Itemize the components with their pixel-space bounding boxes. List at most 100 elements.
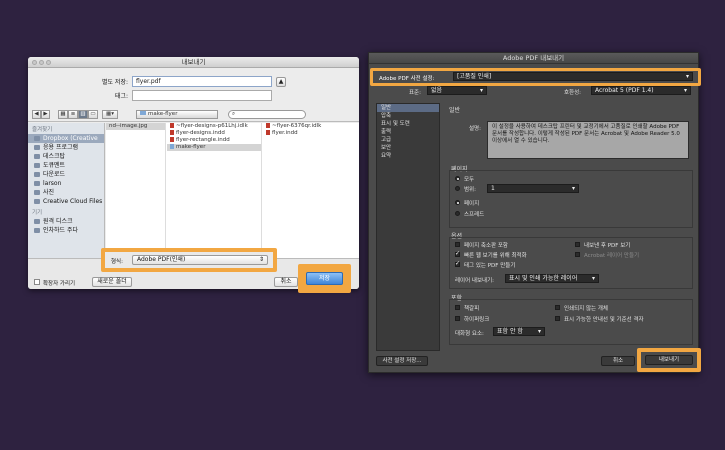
sidebar-item-home[interactable]: larson bbox=[28, 179, 104, 188]
file-item[interactable]: ~flyer-6376qr.idlk bbox=[263, 123, 359, 130]
hyperlinks-checkbox[interactable] bbox=[455, 316, 460, 321]
close-window-button[interactable] bbox=[32, 60, 37, 65]
fast-web-view-label: 빠른 웹 보기를 위해 최적화 bbox=[464, 253, 527, 259]
sidebar-item-desktop[interactable]: 데스크탑 bbox=[28, 152, 104, 161]
sidebar-item-pictures[interactable]: 사진 bbox=[28, 188, 104, 197]
applications-icon bbox=[34, 145, 40, 150]
tags-input[interactable] bbox=[132, 90, 272, 101]
save-dialog-titlebar: 내보내기 bbox=[28, 57, 359, 68]
spreads-radio[interactable] bbox=[455, 211, 460, 216]
search-field[interactable]: ⌕ bbox=[228, 110, 306, 119]
file-name: make-flyer bbox=[176, 144, 206, 150]
file-item[interactable]: flyer-rectangle.indd bbox=[167, 137, 261, 144]
bookmarks-checkbox[interactable] bbox=[455, 305, 460, 310]
expand-dialog-button[interactable]: ▲ bbox=[276, 77, 286, 87]
hide-extension-label: 확장자 가리기 bbox=[43, 281, 76, 287]
format-row: 형식: Adobe PDF(인쇄) ⇕ bbox=[105, 252, 273, 268]
range-value: 1 bbox=[491, 185, 495, 192]
format-popup[interactable]: Adobe PDF(인쇄) ⇕ bbox=[132, 255, 268, 265]
spreads-label: 스프레드 bbox=[464, 212, 485, 218]
favorites-header: 즐겨찾기 bbox=[32, 127, 53, 133]
column-view-button[interactable]: ▥ bbox=[78, 110, 88, 119]
all-pages-label: 모두 bbox=[464, 177, 475, 183]
nav-item-summary[interactable]: 요약 bbox=[377, 152, 439, 160]
cancel-button[interactable]: 취소 bbox=[274, 277, 298, 287]
indesign-file-icon bbox=[170, 130, 174, 135]
disc-icon bbox=[34, 219, 40, 224]
pdf-settings-nav: 일반 압축 표시 및 도련 출력 고급 보안 요약 bbox=[376, 103, 440, 351]
format-label: 형식: bbox=[111, 259, 123, 265]
nav-item-marks-bleeds[interactable]: 표시 및 도련 bbox=[377, 120, 439, 128]
export-button-container: 내보내기 bbox=[641, 352, 697, 368]
save-button[interactable]: 저장 bbox=[306, 272, 343, 285]
export-button-highlight: 내보내기 bbox=[637, 348, 701, 372]
tagged-pdf-checkbox[interactable] bbox=[455, 260, 460, 267]
zoom-window-button[interactable] bbox=[46, 60, 51, 65]
sidebar-item-hard-drive[interactable]: 인차하드 주다 bbox=[28, 226, 104, 235]
nav-item-general[interactable]: 일반 bbox=[377, 104, 439, 112]
nav-item-output[interactable]: 출력 bbox=[377, 128, 439, 136]
preset-select[interactable]: [고품질 인쇄] ▾ bbox=[453, 72, 693, 81]
file-column: ~flyer-designs-p61Lhj.idlk flyer-designs… bbox=[167, 123, 262, 258]
file-item[interactable]: nd--image.jpg bbox=[106, 123, 165, 130]
back-button[interactable]: ◀ bbox=[32, 110, 41, 119]
export-button[interactable]: 내보내기 bbox=[645, 355, 693, 365]
arrange-button[interactable]: ▦▾ bbox=[102, 110, 118, 119]
file-item[interactable]: make-flyer bbox=[167, 144, 261, 151]
interactive-elements-select[interactable]: 표함 안 함 ▾ bbox=[493, 327, 545, 336]
devices-header: 기기 bbox=[32, 210, 43, 216]
location-popup[interactable]: make-flyer bbox=[136, 110, 218, 119]
sidebar-item-applications[interactable]: 응용 프로그램 bbox=[28, 143, 104, 152]
dropbox-icon bbox=[34, 136, 40, 141]
file-name: flyer-rectangle.indd bbox=[176, 137, 230, 143]
chevron-down-icon: ▾ bbox=[571, 185, 575, 192]
view-after-export-checkbox[interactable] bbox=[575, 242, 580, 247]
minimize-window-button[interactable] bbox=[39, 60, 44, 65]
compatibility-select[interactable]: Acrobat 5 (PDF 1.4) ▾ bbox=[591, 86, 691, 95]
hide-extension-checkbox[interactable] bbox=[34, 279, 40, 285]
export-layers-value: 표시 및 인쇄 가능한 레이어 bbox=[509, 275, 578, 282]
range-label: 범위: bbox=[464, 187, 476, 193]
file-item[interactable]: flyer-designs.indd bbox=[167, 130, 261, 137]
new-folder-button[interactable]: 새로운 폴더 bbox=[92, 277, 132, 287]
pages-label: 페이지 bbox=[464, 201, 480, 207]
interactive-elements-value: 표함 안 함 bbox=[497, 328, 523, 335]
nonprinting-objects-checkbox[interactable] bbox=[555, 305, 560, 310]
save-preset-button[interactable]: 사전 설정 저장... bbox=[376, 356, 428, 366]
sidebar-item-downloads[interactable]: 다운로드 bbox=[28, 170, 104, 179]
sidebar-item-creative-cloud[interactable]: Creative Cloud Files bbox=[28, 197, 104, 206]
indesign-file-icon bbox=[170, 137, 174, 142]
sidebar-item-dropbox[interactable]: Dropbox (Creative bbox=[28, 134, 104, 143]
file-item[interactable]: flyer.indd bbox=[263, 130, 359, 137]
sidebar-item-label: 인차하드 주다 bbox=[43, 227, 79, 234]
range-radio[interactable] bbox=[455, 186, 460, 191]
standard-select[interactable]: 없음 ▾ bbox=[427, 86, 487, 95]
preset-value: [고품질 인쇄] bbox=[457, 73, 492, 80]
all-pages-radio[interactable] bbox=[455, 176, 460, 181]
coverflow-view-button[interactable]: ▭ bbox=[88, 110, 98, 119]
nav-item-advanced[interactable]: 고급 bbox=[377, 136, 439, 144]
embed-thumbnails-checkbox[interactable] bbox=[455, 242, 460, 247]
folder-icon bbox=[34, 199, 40, 204]
nav-item-security[interactable]: 보안 bbox=[377, 144, 439, 152]
sidebar-item-label: Creative Cloud Files bbox=[43, 198, 103, 205]
pdf-cancel-button[interactable]: 취소 bbox=[601, 356, 635, 366]
visible-guides-checkbox[interactable] bbox=[555, 316, 560, 321]
file-item[interactable]: ~flyer-designs-p61Lhj.idlk bbox=[167, 123, 261, 130]
range-input[interactable]: 1 ▾ bbox=[487, 184, 579, 193]
nav-item-compression[interactable]: 압축 bbox=[377, 112, 439, 120]
fast-web-view-checkbox[interactable] bbox=[455, 250, 460, 257]
acrobat-layers-checkbox[interactable] bbox=[575, 252, 580, 257]
filename-input[interactable]: flyer.pdf bbox=[132, 76, 272, 87]
hyperlinks-label: 하이퍼링크 bbox=[464, 317, 490, 323]
forward-button[interactable]: ▶ bbox=[41, 110, 50, 119]
list-view-button[interactable]: ≡ bbox=[68, 110, 78, 119]
sidebar-item-remote-disc[interactable]: 원격 디스크 bbox=[28, 217, 104, 226]
icon-view-button[interactable]: ▦ bbox=[58, 110, 68, 119]
pages-radio[interactable] bbox=[455, 200, 460, 205]
home-icon bbox=[34, 181, 40, 186]
documents-icon bbox=[34, 163, 40, 168]
preset-row: Adobe PDF 사전 설정: [고품질 인쇄] ▾ bbox=[373, 71, 698, 83]
export-layers-select[interactable]: 표시 및 인쇄 가능한 레이어 ▾ bbox=[505, 274, 599, 283]
sidebar-item-documents[interactable]: 도큐멘트 bbox=[28, 161, 104, 170]
